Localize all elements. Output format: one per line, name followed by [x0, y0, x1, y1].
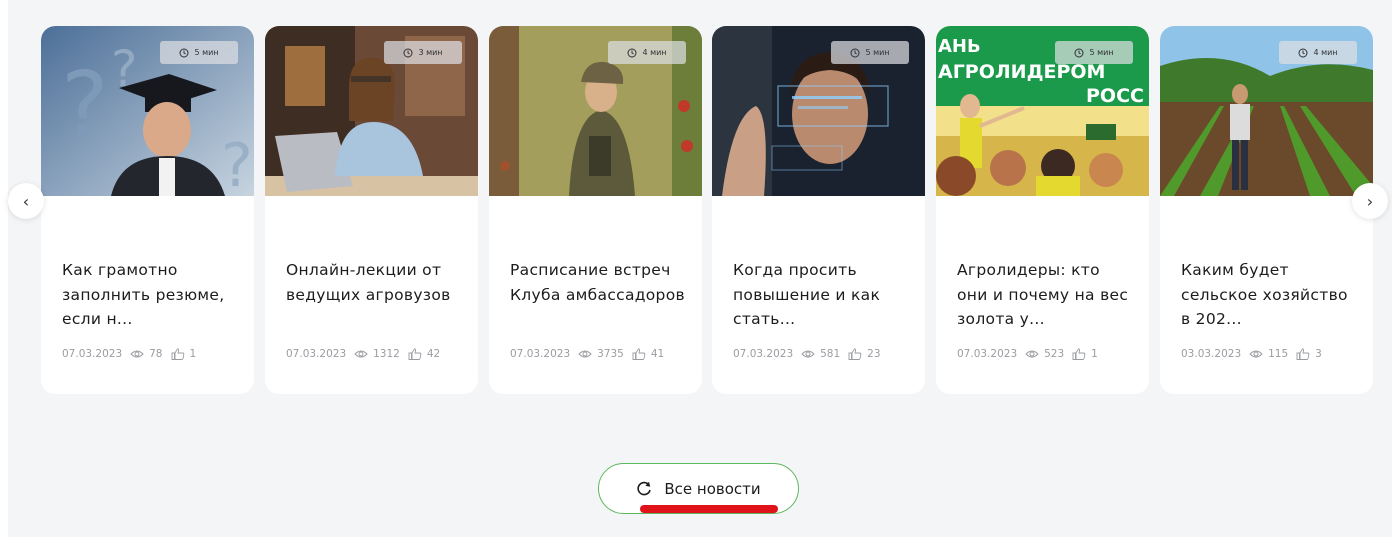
news-date: 07.03.2023	[286, 348, 347, 360]
clock-icon	[627, 48, 637, 57]
likes-count[interactable]: 1	[171, 348, 196, 360]
read-time-badge: 5 мин	[831, 41, 909, 64]
news-card[interactable]: 5 мин Когда просить повышение и как стат…	[712, 26, 925, 394]
news-meta: 07.03.2023 3735 41	[510, 348, 694, 360]
news-card[interactable]: ? ? ? 5 мин Как грамотно заполнить резюм…	[41, 26, 254, 394]
news-card-image[interactable]: АНЬ АГРОЛИДЕРОМ РОСС 5 мин	[936, 26, 1149, 196]
likes-count[interactable]: 3	[1296, 348, 1322, 360]
read-time: 5 мин	[194, 48, 219, 57]
read-time-badge: 4 мин	[1279, 41, 1357, 64]
news-meta: 07.03.2023 1312 42	[286, 348, 470, 360]
news-card-image[interactable]: ? ? ? 5 мин	[41, 26, 254, 196]
thumbs-up-icon[interactable]	[171, 348, 185, 360]
clock-icon	[403, 48, 413, 57]
thumbs-up-icon[interactable]	[1296, 348, 1310, 360]
news-title[interactable]: Каким будет сельское хозяйство в 202...	[1181, 258, 1357, 332]
news-date: 07.03.2023	[510, 348, 571, 360]
views-count: 115	[1249, 348, 1288, 360]
chevron-left-icon[interactable]: ‹	[23, 192, 29, 211]
views-count: 581	[801, 348, 840, 360]
news-meta: 07.03.2023 523 1	[957, 348, 1141, 360]
underline-mark	[640, 505, 778, 513]
banner-text-line2: АГРОЛИДЕРОМ	[938, 61, 1105, 83]
read-time-badge: 5 мин	[1055, 41, 1133, 64]
views-count: 3735	[578, 348, 624, 360]
svg-text:?: ?	[61, 53, 109, 158]
news-card[interactable]: 4 мин Расписание встреч Клуба амбассадор…	[489, 26, 702, 394]
eye-icon	[354, 350, 368, 358]
read-time-badge: 5 мин	[160, 41, 238, 64]
news-meta: 07.03.2023 78 1	[62, 348, 246, 360]
news-card[interactable]: АНЬ АГРОЛИДЕРОМ РОСС 5 мин Агролидеры: к…	[936, 26, 1149, 394]
news-date: 07.03.2023	[62, 348, 123, 360]
news-date: 07.03.2023	[957, 348, 1018, 360]
likes-count[interactable]: 1	[1072, 348, 1098, 360]
clock-icon	[850, 48, 860, 57]
clock-icon	[1298, 48, 1308, 57]
news-carousel: ? ? ? 5 мин Как грамотно заполнить резюм…	[41, 26, 1373, 394]
thumbs-up-icon[interactable]	[632, 348, 646, 360]
thumbs-up-icon[interactable]	[408, 348, 422, 360]
eye-icon	[578, 350, 592, 358]
news-title[interactable]: Расписание встреч Клуба амбассадоров	[510, 258, 686, 307]
clock-icon	[179, 48, 189, 57]
news-card-image[interactable]: 5 мин	[712, 26, 925, 196]
news-card-image[interactable]: 4 мин	[1160, 26, 1373, 196]
news-date: 07.03.2023	[733, 348, 794, 360]
news-meta: 03.03.2023 115 3	[1181, 348, 1365, 360]
eye-icon	[130, 350, 144, 358]
clock-icon	[1074, 48, 1084, 57]
news-section: ? ? ? 5 мин Как грамотно заполнить резюм…	[8, 0, 1392, 537]
news-title[interactable]: Онлайн-лекции от ведущих агровузов	[286, 258, 462, 307]
likes-count[interactable]: 23	[848, 348, 881, 360]
eye-icon	[1249, 350, 1263, 358]
read-time: 3 мин	[418, 48, 443, 57]
thumbs-up-icon[interactable]	[848, 348, 862, 360]
banner-text-line3: РОСС	[1086, 85, 1144, 107]
news-card-image[interactable]: 4 мин	[489, 26, 702, 196]
likes-count[interactable]: 42	[408, 348, 440, 360]
all-news-label[interactable]: Все новости	[664, 480, 760, 498]
news-title[interactable]: Как грамотно заполнить резюме, если н...	[62, 258, 238, 332]
news-date: 03.03.2023	[1181, 348, 1242, 360]
read-time-badge: 4 мин	[608, 41, 686, 64]
carousel-prev-button[interactable]: ‹	[8, 183, 44, 219]
news-card[interactable]: 4 мин Каким будет сельское хозяйство в 2…	[1160, 26, 1373, 394]
eye-icon	[801, 350, 815, 358]
read-time: 4 мин	[1313, 48, 1338, 57]
views-count: 1312	[354, 348, 400, 360]
read-time: 5 мин	[865, 48, 890, 57]
news-card-image[interactable]: 3 мин	[265, 26, 478, 196]
views-count: 523	[1025, 348, 1064, 360]
news-meta: 07.03.2023 581 23	[733, 348, 917, 360]
news-card[interactable]: 3 мин Онлайн-лекции от ведущих агровузов…	[265, 26, 478, 394]
eye-icon	[1025, 350, 1039, 358]
carousel-next-button[interactable]: ›	[1352, 183, 1388, 219]
svg-text:?: ?	[221, 131, 253, 196]
read-time-badge: 3 мин	[384, 41, 462, 64]
likes-count[interactable]: 41	[632, 348, 664, 360]
read-time: 5 мин	[1089, 48, 1114, 57]
chevron-right-icon[interactable]: ›	[1367, 192, 1373, 211]
views-count: 78	[130, 348, 163, 360]
read-time: 4 мин	[642, 48, 667, 57]
banner-text-line1: АНЬ	[938, 36, 981, 57]
thumbs-up-icon[interactable]	[1072, 348, 1086, 360]
news-title[interactable]: Когда просить повышение и как стать...	[733, 258, 909, 332]
refresh-icon[interactable]	[636, 481, 652, 497]
news-title[interactable]: Агролидеры: кто они и почему на вес золо…	[957, 258, 1133, 332]
